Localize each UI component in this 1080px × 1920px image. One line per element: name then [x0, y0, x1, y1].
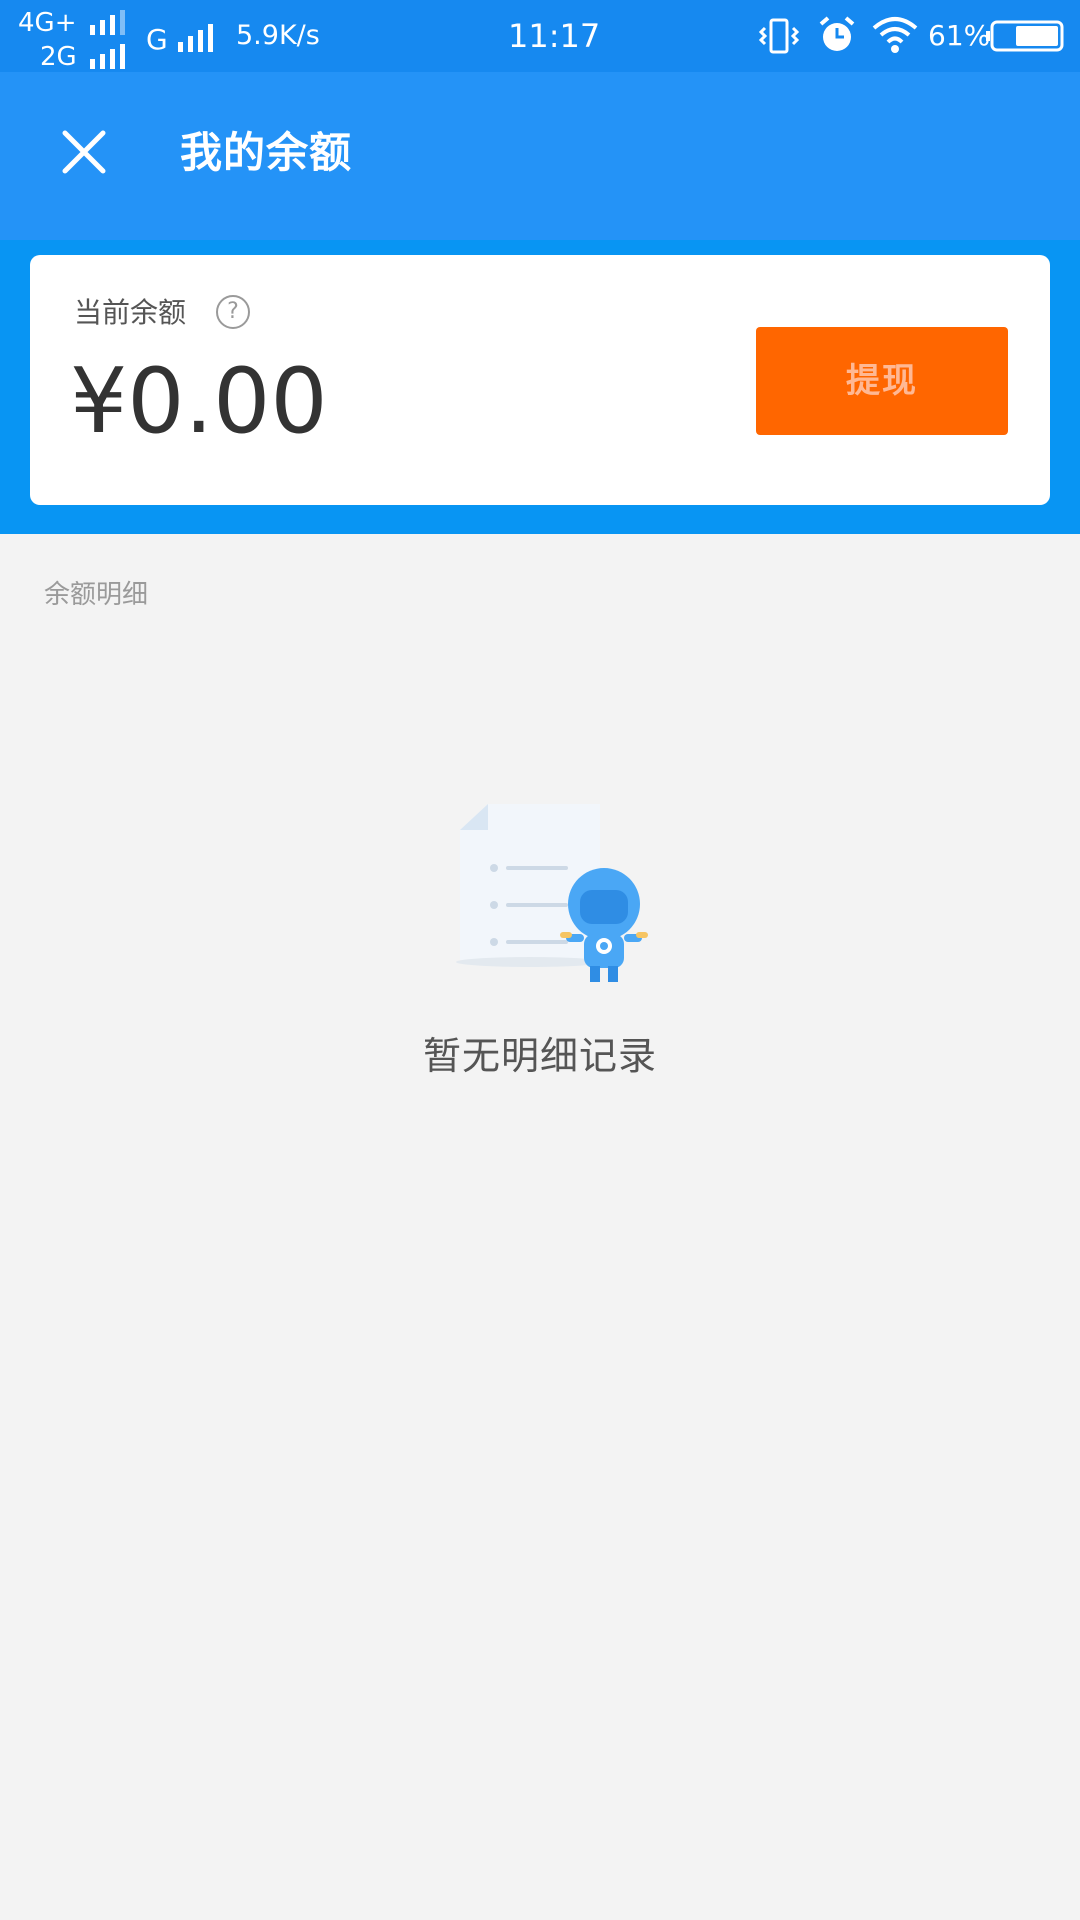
- battery-percent: 61%: [928, 19, 991, 52]
- page-title: 我的余额: [180, 128, 353, 177]
- battery-icon: [986, 20, 1064, 52]
- current-balance-label: 当前余额: [74, 296, 187, 329]
- wifi-icon: [872, 17, 918, 53]
- close-icon: [62, 130, 106, 174]
- vibrate-icon: [758, 18, 800, 54]
- help-icon[interactable]: ?: [216, 295, 250, 329]
- app-header: [0, 72, 1080, 240]
- signal-bars-primary-icon: [90, 10, 125, 35]
- network-type-secondary: 2G: [40, 42, 77, 72]
- network-type-g: G: [146, 23, 168, 56]
- network-speed: 5.9K/s: [236, 20, 320, 51]
- empty-records-message: 暂无明细记录: [422, 1034, 657, 1078]
- balance-amount: ¥0.00: [70, 349, 328, 454]
- alarm-icon: [819, 16, 855, 51]
- balance-card: 当前余额 ? ¥0.00 提现: [30, 255, 1050, 505]
- withdraw-button[interactable]: 提现: [756, 327, 1008, 435]
- balance-details-title: 余额明细: [44, 580, 149, 610]
- signal-bars-g-icon: [178, 24, 213, 52]
- close-button[interactable]: [48, 116, 120, 188]
- clock-time: 11:17: [508, 17, 601, 55]
- signal-bars-secondary-icon: [90, 44, 125, 69]
- empty-records-mascot-icon: [456, 804, 648, 982]
- network-type-primary: 4G+: [18, 8, 77, 38]
- status-bar: 4G+ 2G G 5.9K/s 11:17 61%: [0, 0, 1080, 72]
